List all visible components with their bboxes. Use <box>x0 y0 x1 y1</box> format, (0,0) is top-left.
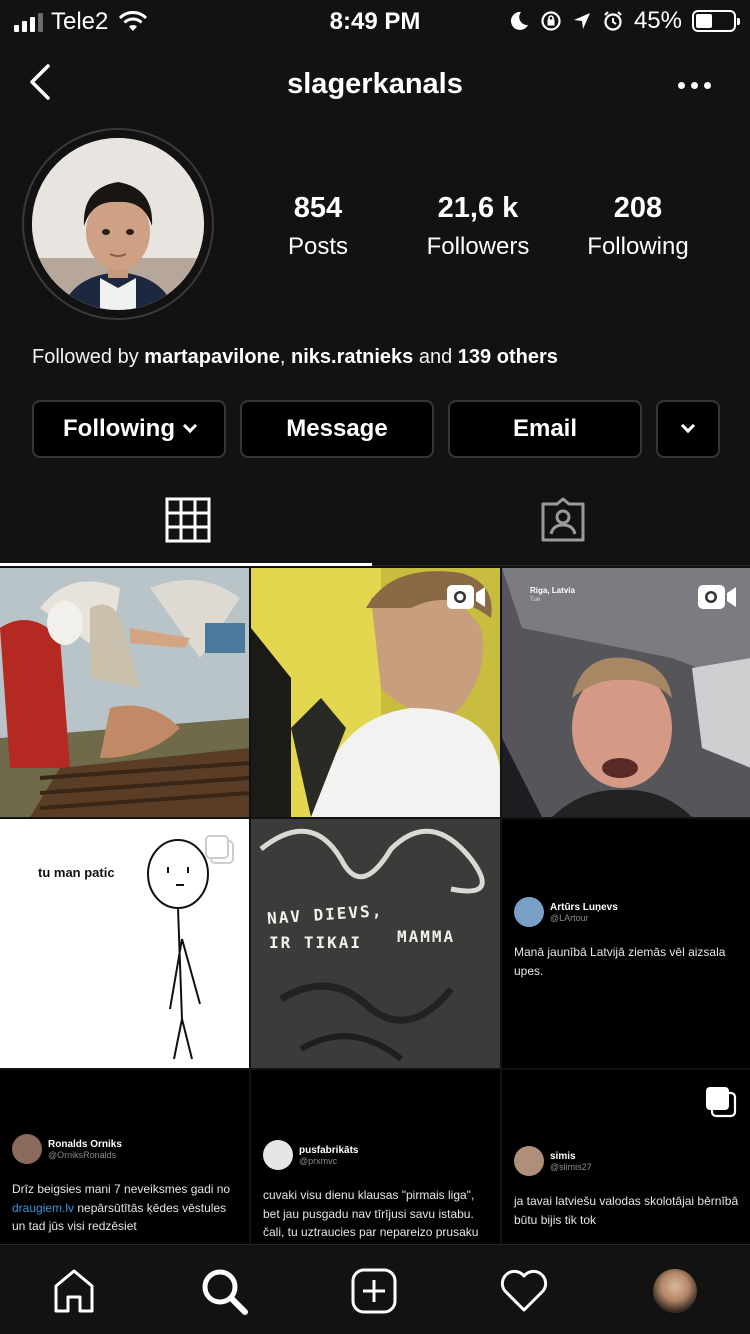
status-right: 45% <box>508 7 740 35</box>
tweet-text: cuvaki visu dienu klausas "pirmais liga"… <box>263 1188 479 1240</box>
bottom-nav <box>0 1244 750 1334</box>
nav-add-post[interactable] <box>346 1263 402 1319</box>
tweet-card: Ronalds Orniks @OrniksRonalds Drīz beigs… <box>12 1134 239 1236</box>
grid-icon <box>165 497 210 543</box>
tab-grid[interactable] <box>0 474 375 566</box>
message-button[interactable]: Message <box>240 400 434 458</box>
profile-actions: Following Message Email <box>32 400 720 458</box>
profile-tabs <box>0 474 750 566</box>
search-icon <box>202 1269 248 1315</box>
tweet-author: Ronalds Orniks <box>48 1138 122 1150</box>
followed-others: 139 others <box>457 346 558 368</box>
post-grid: Riga, Latvia Tue tu man patic NAV DIEVS,… <box>0 568 750 1244</box>
tweet-card: Artūrs Luņevs @LArtour Manā jaunībā Latv… <box>514 897 741 980</box>
post-thumbnail[interactable]: Ronalds Orniks @OrniksRonalds Drīz beigs… <box>0 1070 249 1244</box>
chevron-down-icon <box>680 418 696 434</box>
tweet-card: pusfabrikāts @prxmvc cuvaki visu dienu k… <box>263 1140 490 1242</box>
stat-following[interactable]: 208 Following <box>558 192 718 261</box>
post-thumbnail[interactable]: Riga, Latvia Tue <box>502 568 750 817</box>
graffiti-text: MAMMA <box>397 927 456 946</box>
location-icon <box>573 13 590 29</box>
profile-avatar[interactable] <box>22 128 214 320</box>
stat-label: Followers <box>426 233 530 260</box>
post-thumbnail[interactable] <box>0 568 249 817</box>
post-thumbnail[interactable]: pusfabrikāts @prxmvc cuvaki visu dienu k… <box>251 1070 500 1244</box>
message-label: Message <box>286 415 388 442</box>
stat-value: 21,6 k <box>437 192 519 224</box>
profile-stats: 854 Posts 21,6 k Followers 208 Following <box>238 192 738 261</box>
active-tab-indicator <box>0 563 372 566</box>
tweet-author: Artūrs Luņevs <box>550 901 618 913</box>
post-thumbnail[interactable]: simis @slimis27 ja tavai latviešu valoda… <box>502 1070 750 1244</box>
post-thumbnail[interactable]: tu man patic <box>0 819 249 1068</box>
more-icon[interactable] <box>674 70 714 100</box>
suggested-accounts-button[interactable] <box>656 400 720 458</box>
tweet-handle: @LArtour <box>550 912 589 923</box>
nav-activity[interactable] <box>496 1263 552 1319</box>
page-title: slagerkanals <box>287 68 463 100</box>
followed-user: martapavilone <box>144 346 280 368</box>
tweet-avatar <box>514 897 544 927</box>
post-thumbnail[interactable] <box>251 568 500 817</box>
heart-icon <box>500 1269 548 1312</box>
tweet-text: Drīz beigsies mani 7 neveiksmes gadi no … <box>12 1180 239 1236</box>
battery-fill <box>696 14 713 28</box>
add-post-icon <box>351 1268 397 1314</box>
email-button[interactable]: Email <box>448 400 642 458</box>
graffiti-text: IR TIKAI <box>269 933 363 952</box>
tagged-icon <box>541 497 584 542</box>
stat-label: Posts <box>287 233 349 260</box>
tweet-text: ja tavai latviešu valodas skolotājai bēr… <box>514 1194 739 1227</box>
tweet-avatar <box>12 1134 42 1164</box>
post-thumbnail[interactable]: NAV DIEVS, IR TIKAI MAMMA <box>251 819 500 1068</box>
followed-mid: and <box>413 346 458 368</box>
story-location: Riga, Latvia <box>530 586 575 595</box>
profile-header: slagerkanals <box>0 52 750 116</box>
igtv-icon <box>447 585 485 609</box>
followed-user: niks.ratnieks <box>291 346 414 368</box>
avatar <box>651 1267 699 1315</box>
tweet-avatar <box>263 1140 293 1170</box>
following-button[interactable]: Following <box>32 400 226 458</box>
rotation-lock-icon <box>541 11 561 31</box>
tweet-handle: @prxmvc <box>299 1155 338 1166</box>
tweet-author: simis <box>550 1150 576 1162</box>
post-image <box>0 568 249 817</box>
tweet-link: draugiem.lv <box>12 1200 75 1215</box>
stat-label: Following <box>587 233 689 260</box>
followed-by[interactable]: Followed by martapavilone, niks.ratnieks… <box>32 346 558 369</box>
avatar-photo <box>32 138 204 310</box>
tweet-author: pusfabrikāts <box>299 1144 359 1156</box>
home-icon <box>54 1269 94 1313</box>
stat-posts[interactable]: 854 Posts <box>238 192 398 261</box>
battery-percent: 45% <box>633 7 682 34</box>
stat-value: 208 <box>613 192 663 224</box>
nav-home[interactable] <box>46 1263 102 1319</box>
email-label: Email <box>512 415 578 442</box>
tweet-card: simis @slimis27 ja tavai latviešu valoda… <box>514 1146 741 1229</box>
tweet-avatar <box>514 1146 544 1176</box>
tab-tagged[interactable] <box>375 474 750 566</box>
battery-icon <box>692 10 740 32</box>
moon-icon <box>510 11 528 30</box>
chevron-down-icon <box>182 418 198 434</box>
alarm-icon <box>604 11 622 31</box>
tweet-handle: @OrniksRonalds <box>48 1149 117 1160</box>
following-label: Following <box>63 415 175 442</box>
story-day: Tue <box>530 597 541 603</box>
nav-profile[interactable] <box>647 1263 703 1319</box>
igtv-icon <box>698 585 736 609</box>
carousel-icon <box>205 835 234 864</box>
nav-search[interactable] <box>196 1263 252 1319</box>
status-bar: Tele2 8:49 PM 45% <box>0 0 750 42</box>
tweet-text-part: Drīz beigsies mani 7 neveiksmes gadi no <box>12 1182 231 1196</box>
post-thumbnail[interactable]: Artūrs Luņevs @LArtour Manā jaunībā Latv… <box>502 819 750 1068</box>
stat-value: 854 <box>293 192 343 224</box>
carousel-icon <box>706 1087 737 1118</box>
tweet-handle: @slimis27 <box>550 1161 592 1172</box>
tweet-text: Manā jaunībā Latvijā ziemās vēl aizsala … <box>514 945 726 978</box>
followed-prefix: Followed by <box>32 346 145 368</box>
stat-followers[interactable]: 21,6 k Followers <box>398 192 558 261</box>
followed-sep: , <box>279 346 292 368</box>
